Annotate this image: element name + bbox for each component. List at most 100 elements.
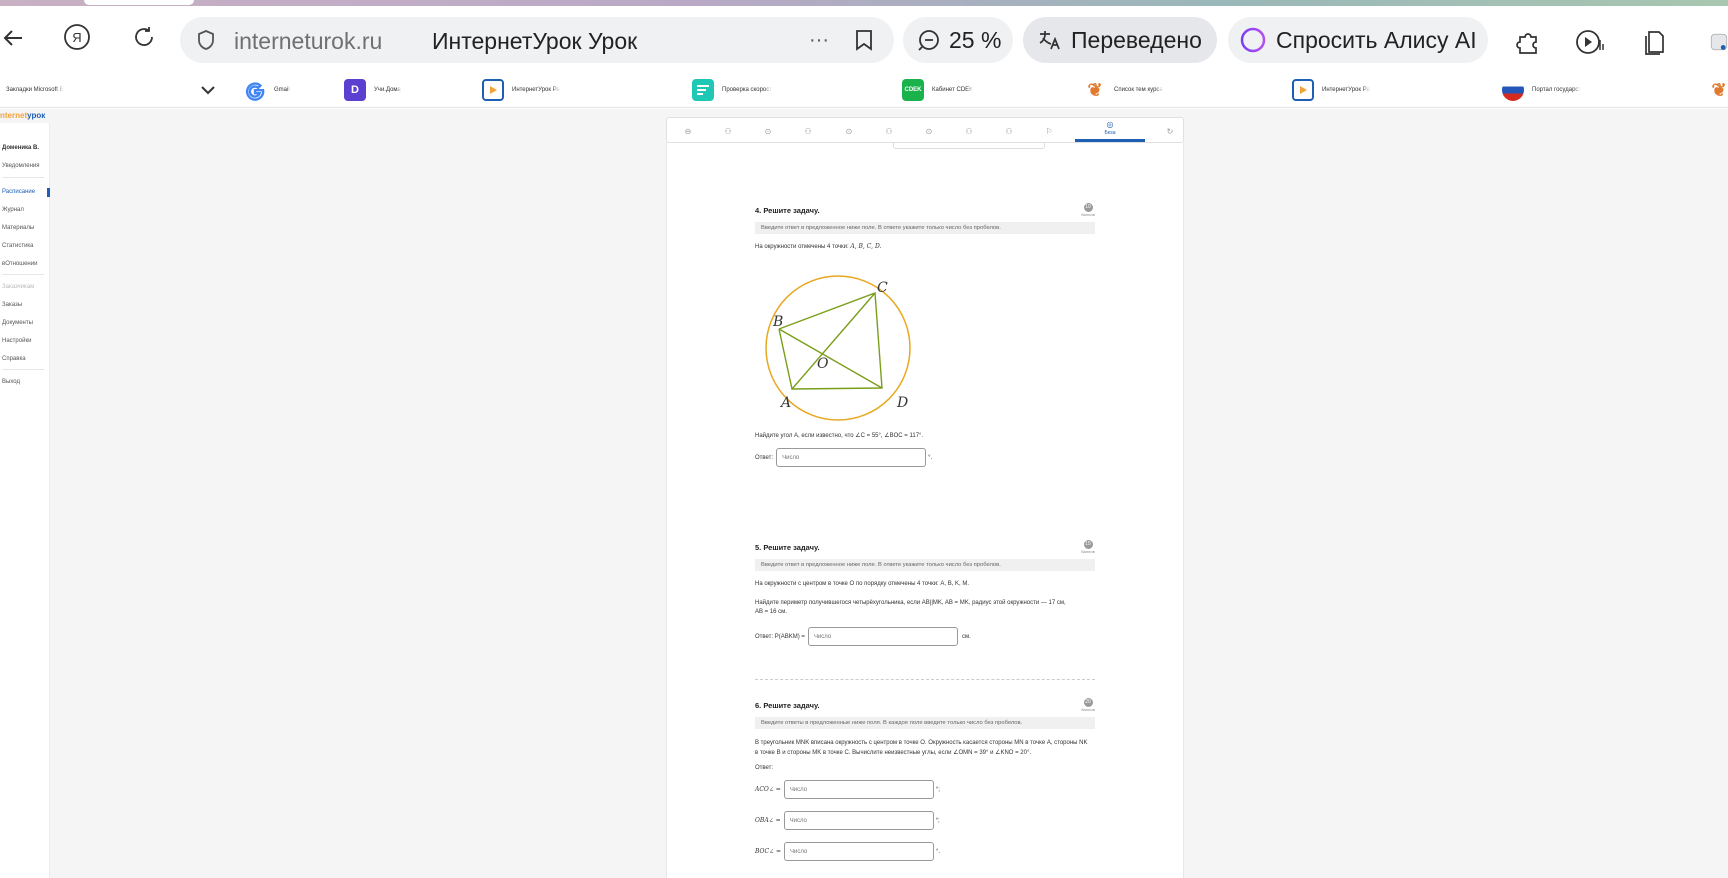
bookmark-gosuslugi[interactable]: Портал государст	[1502, 76, 1696, 104]
sidebar-item-notifications[interactable]: Уведомления	[2, 163, 40, 169]
sidebar-item-orders[interactable]: Заказы	[2, 302, 22, 308]
bookmark-speedtest[interactable]: Проверка скорост	[692, 76, 884, 104]
address-domain: interneturok.ru	[234, 28, 383, 54]
translate-icon	[1037, 28, 1061, 52]
site-logo[interactable]: nternetурок	[0, 111, 45, 120]
nav-finish-icon[interactable]: ↻	[1163, 124, 1177, 138]
nav-step-8-icon[interactable]: ⚇	[962, 124, 976, 138]
point-d-label: D	[896, 395, 908, 411]
nav-step-active[interactable]: ◎ Беза	[1075, 120, 1145, 142]
question-6-answer-input-1[interactable]	[783, 780, 934, 799]
chevron-down-icon[interactable]	[198, 78, 218, 102]
media-play-icon[interactable]	[1573, 26, 1607, 58]
interneturok-play-icon-2	[1292, 79, 1314, 101]
question-5-points-badge: 15 баллов	[1081, 540, 1095, 554]
ask-alice-label: Спросить Алису AI	[1276, 26, 1477, 53]
question-6-answer-row-1: ACO∠ = °;	[755, 780, 1095, 799]
nav-step-1-icon[interactable]: ⊖	[681, 124, 695, 138]
sidebar-item-relations[interactable]: вОтношении	[2, 261, 37, 267]
previous-input-edge	[893, 143, 1045, 149]
question-5: 5. Решите задачу. 15 баллов Введите отве…	[755, 540, 1095, 646]
address-bar[interactable]: interneturok.ru ИнтернетУрок Урок ···	[180, 17, 894, 63]
sidebar-item-statistics[interactable]: Статистика	[2, 243, 34, 249]
sidebar-divider	[2, 177, 44, 178]
question-4-text: На окружности отмечены 4 точки: A, B, C,…	[755, 243, 882, 250]
back-icon[interactable]	[0, 18, 28, 58]
question-4: 4. Решите задачу. 10 баллов Введите отве…	[755, 203, 1095, 467]
bookmarks-bar: Закладки Microsoft E Gmail D Учи.Дома Ин…	[0, 72, 1728, 108]
question-6-answer-input-2[interactable]	[783, 811, 934, 830]
collections-icon[interactable]	[1640, 26, 1672, 58]
question-4-hint: Введите ответ в предложенное ниже поле. …	[755, 222, 1095, 234]
question-4-question: Найдите угол A, если известно, что ∠C = …	[755, 433, 924, 439]
question-6: 6. Решите задачу. 20 баллов Введите отве…	[755, 698, 1095, 861]
sidebar-item-settings[interactable]: Настройки	[2, 338, 31, 344]
nav-step-7-icon[interactable]: ⊙	[922, 124, 936, 138]
translate-pill[interactable]: Переведено	[1023, 17, 1217, 63]
cdek-icon: CDEK	[902, 79, 924, 101]
point-o-label: O	[817, 356, 829, 372]
bookmark-cdek[interactable]: CDEK Кабинет CDEK	[902, 76, 1066, 104]
bookmark-uchi-doma[interactable]: D Учи.Дома	[344, 76, 466, 104]
nav-step-5-icon[interactable]: ⊙	[842, 124, 856, 138]
bookmark-interneturok-1[interactable]: ИнтернетУрок Ра	[482, 76, 672, 104]
course-topics-icon: ❦	[1084, 79, 1106, 101]
nav-step-3-icon[interactable]: ⊙	[761, 124, 775, 138]
address-page-title: ИнтернетУрок Урок	[432, 28, 638, 54]
sidebar-item-documents[interactable]: Документы	[2, 320, 33, 326]
uchi-doma-icon: D	[344, 79, 366, 101]
active-step-icon: ◎	[1106, 120, 1114, 129]
sidebar-item-schedule[interactable]: Расписание	[2, 189, 35, 195]
question-6-points-badge: 20 баллов	[1081, 698, 1095, 712]
speedtest-icon	[692, 79, 714, 101]
bookmark-interneturok-2[interactable]: ИнтернетУрок Ра	[1292, 76, 1482, 104]
question-5-text-2: Найдите периметр получившегося четырёхуг…	[755, 600, 1066, 615]
sidebar: Доменика В. Уведомления Расписание Журна…	[0, 123, 50, 878]
question-4-answer-row: Ответ: °.	[755, 448, 932, 467]
bookmark-course-topics[interactable]: ❦ Список тем курса	[1084, 76, 1280, 104]
bookmark-gmail[interactable]: Gmail	[244, 76, 334, 104]
overflow-bookmark-icon: ❦	[1708, 79, 1728, 101]
zoom-pill[interactable]: 25 %	[903, 17, 1013, 63]
more-icon[interactable]: ···	[806, 29, 832, 51]
question-6-hint: Введите ответы в предложенные ниже поля.…	[755, 717, 1095, 729]
profile-avatar-icon[interactable]	[1710, 26, 1728, 58]
flag-icon[interactable]: ⚐	[1042, 124, 1056, 138]
nav-step-6-icon[interactable]: ⚇	[882, 124, 896, 138]
question-4-points-badge: 10 баллов	[1081, 203, 1095, 217]
nav-step-2-icon[interactable]: ⚇	[721, 124, 735, 138]
yandex-logo-icon[interactable]: Я	[60, 20, 94, 54]
sidebar-item-journal[interactable]: Журнал	[2, 207, 24, 213]
sidebar-user-name[interactable]: Доменика В.	[2, 145, 39, 151]
sidebar-divider	[2, 274, 44, 275]
question-4-title: 4. Решите задачу.	[755, 206, 820, 215]
sidebar-divider	[2, 369, 44, 370]
question-6-text: В треугольник MNK вписана окружность с ц…	[755, 740, 1088, 756]
alice-icon	[1240, 27, 1266, 53]
circle-diagram: B C O A D	[765, 275, 911, 421]
question-6-answer-row-2: OBA∠ = °;	[755, 811, 1095, 830]
nav-step-4-icon[interactable]: ⚇	[801, 124, 815, 138]
sidebar-item-logout[interactable]: Выход	[2, 379, 20, 385]
reload-icon[interactable]	[128, 20, 160, 54]
question-5-answer-input[interactable]	[807, 627, 958, 646]
sidebar-item-help[interactable]: Справка	[2, 356, 26, 362]
question-5-hint: Введите ответ в предложенное ниже поле. …	[755, 559, 1095, 571]
sidebar-group-label: Заказчикам	[2, 284, 35, 290]
question-6-answer-input-3[interactable]	[784, 842, 934, 861]
sidebar-item-materials[interactable]: Материалы	[2, 225, 34, 231]
question-4-answer-input[interactable]	[776, 448, 927, 467]
question-separator	[755, 679, 1095, 680]
interneturok-play-icon	[482, 79, 504, 101]
nav-step-9-icon[interactable]: ⚇	[1002, 124, 1016, 138]
extensions-icon[interactable]	[1512, 26, 1544, 58]
shield-icon[interactable]	[194, 28, 218, 52]
bookmark-icon[interactable]	[852, 27, 876, 53]
question-6-title: 6. Решите задачу.	[755, 701, 820, 710]
bookmark-microsoft[interactable]: Закладки Microsoft E	[6, 76, 192, 104]
active-tab[interactable]	[84, 0, 194, 5]
question-5-title: 5. Решите задачу.	[755, 543, 820, 552]
bookmark-more[interactable]: ❦	[1708, 76, 1728, 104]
russia-flag-icon	[1502, 79, 1524, 101]
ask-alice-pill[interactable]: Спросить Алису AI	[1228, 17, 1488, 63]
